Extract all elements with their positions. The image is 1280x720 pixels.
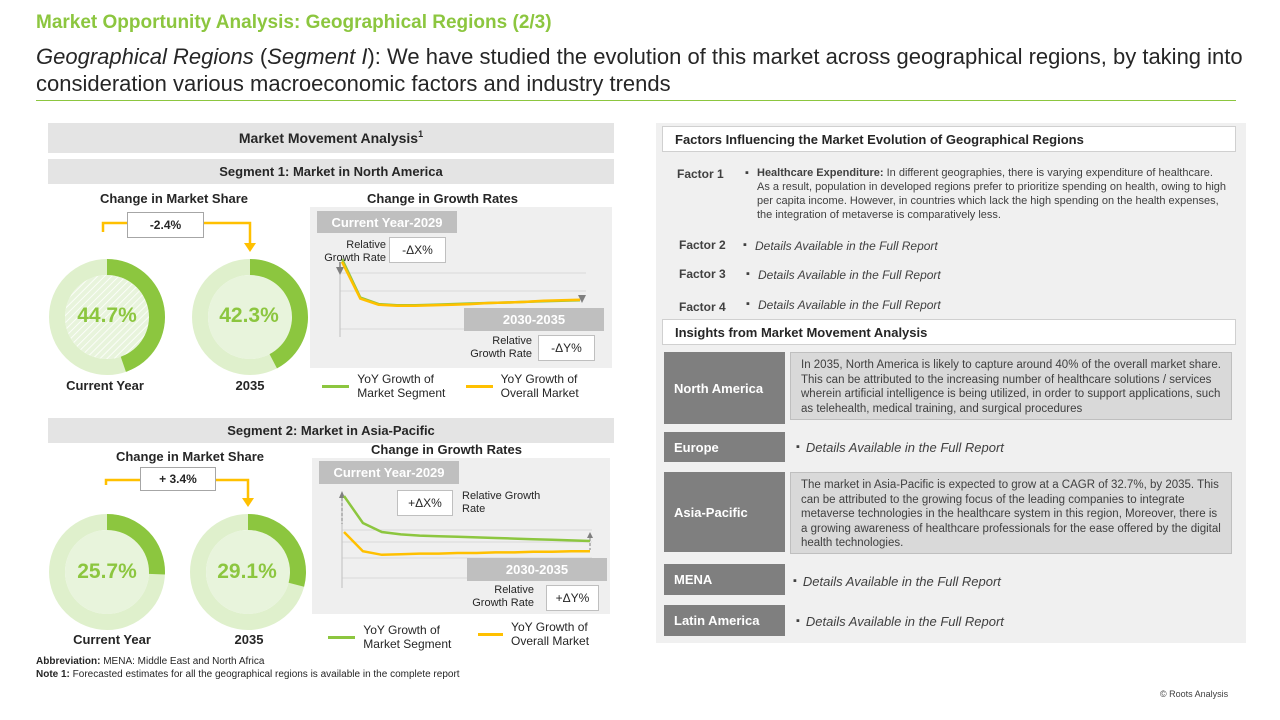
legend-swatch-overall	[466, 384, 493, 388]
legend-swatch-overall	[478, 632, 504, 636]
abbreviation-label: Abbreviation:	[36, 656, 101, 667]
region-asia-pacific: Asia-Pacific	[664, 472, 785, 552]
segment1-start-arrow	[336, 267, 344, 275]
mena-bullet: ▪	[793, 575, 797, 587]
region-europe-text: ▪ Details Available in the Full Report	[796, 437, 1004, 457]
segment2-2035-label: 2035	[234, 632, 264, 647]
segment2-legend-segment-text: YoY Growth of Market Segment	[363, 623, 452, 651]
region-mena-text: ▪ Details Available in the Full Report	[793, 571, 1001, 591]
legend-swatch-segment	[328, 635, 356, 639]
factor-1-label: Factor 1	[677, 167, 724, 181]
latam-bullet: ▪	[796, 615, 800, 627]
footnote-1: Note 1: Forecasted estimates for all the…	[36, 669, 460, 680]
europe-bullet: ▪	[796, 441, 800, 453]
segment2-period1-label: Current Year-2029	[319, 461, 459, 484]
segment1-delta1: -ΔX%	[389, 237, 446, 263]
abbreviation-note: Abbreviation: MENA: Middle East and Nort…	[36, 656, 264, 667]
segment1-lines	[340, 258, 581, 308]
segment2-growth-head: Change in Growth Rates	[371, 442, 522, 457]
segment1-change-box: -2.4%	[127, 212, 204, 238]
subtitle-segment: Segment I	[267, 44, 368, 69]
segment2-rel2-label: Relative Growth Rate	[472, 584, 534, 609]
segment1-legend-overall: YoY Growth of Overall Market	[466, 372, 606, 400]
segment2-change-box: + 3.4%	[140, 467, 216, 491]
subtitle-paren: (	[253, 44, 268, 69]
factor-3-bullet: ▪	[746, 268, 750, 280]
factor-4-bullet: ▪	[746, 298, 750, 310]
segment2-2035-value: 29.1%	[217, 560, 277, 583]
market-movement-title-text: Market Movement Analysis	[238, 130, 419, 146]
factor-3-label: Factor 3	[679, 267, 726, 281]
segment1-change-arrowhead	[244, 243, 256, 252]
series-line-overall-market	[340, 261, 581, 308]
segment2-end-arrow	[587, 532, 593, 538]
market-movement-title-sup: 1	[418, 129, 424, 139]
region-asia-pacific-text: The market in Asia-Pacific is expected t…	[790, 472, 1232, 554]
segment2-legend-segment: YoY Growth of Market Segment	[328, 623, 478, 651]
segment2-rel1-label: Relative Growth Rate	[462, 490, 541, 515]
abbreviation-text: MENA: Middle East and North Africa	[100, 656, 265, 667]
segment1-period2-label: 2030-2035	[464, 308, 604, 331]
region-north-america: North America	[664, 352, 785, 424]
segment2-current-label: Current Year	[73, 632, 151, 647]
factor-1-bold: Healthcare Expenditure:	[757, 167, 884, 179]
segment2-period2-label: 2030-2035	[467, 558, 607, 581]
segment1-legend-segment: YoY Growth of Market Segment	[322, 372, 472, 400]
factor-4-label: Factor 4	[679, 300, 726, 314]
factor-4-text: Details Available in the Full Report	[758, 298, 941, 312]
segment2-delta1: +ΔX%	[397, 490, 453, 516]
legend-swatch-segment	[322, 384, 350, 388]
segment1-rel1-label: Relative Growth Rate	[324, 239, 386, 264]
segment1-legend-segment-text: YoY Growth of Market Segment	[357, 372, 446, 400]
page-title: Market Opportunity Analysis: Geographica…	[36, 12, 552, 33]
region-mena: MENA	[664, 564, 785, 595]
segment2-band: Segment 2: Market in Asia-Pacific	[48, 418, 614, 443]
segment2-legend-overall: YoY Growth of Overall Market	[478, 620, 610, 648]
footnote-1-text: Forecasted estimates for all the geograp…	[69, 669, 460, 680]
factor-1-bullet: ▪	[745, 167, 749, 179]
header-divider	[36, 100, 1236, 101]
footnote-1-label: Note 1:	[36, 669, 70, 680]
segment1-current-label: Current Year	[66, 378, 144, 393]
segment2-delta2: +ΔY%	[546, 585, 599, 611]
segment1-delta2: -ΔY%	[538, 335, 595, 361]
region-north-america-text: In 2035, North America is likely to capt…	[790, 352, 1232, 420]
factor-2-bullet: ▪	[743, 239, 747, 251]
segment1-2035-value: 42.3%	[219, 304, 279, 327]
segment1-period1-label: Current Year-2029	[317, 211, 457, 233]
copyright: © Roots Analysis	[1160, 689, 1229, 699]
segment1-2035-label: 2035	[235, 378, 265, 393]
segment2-current-value: 25.7%	[77, 560, 137, 583]
segment1-band: Segment 1: Market in North America	[48, 159, 614, 184]
segment1-share-head: Change in Market Share	[99, 191, 249, 206]
region-latin-america-text: ▪ Details Available in the Full Report	[796, 611, 1004, 631]
segment1-rel2-label: Relative Growth Rate	[470, 335, 532, 360]
region-mena-detail: Details Available in the Full Report	[802, 573, 1001, 589]
factor-2-text: Details Available in the Full Report	[755, 239, 938, 253]
region-latin-america: Latin America	[664, 605, 785, 636]
segment1-growth-head: Change in Growth Rates	[367, 191, 518, 206]
page-subtitle: Geographical Regions (Segment I): We hav…	[36, 43, 1246, 97]
factors-title: Factors Influencing the Market Evolution…	[662, 126, 1236, 152]
region-latin-america-detail: Details Available in the Full Report	[805, 613, 1004, 629]
segment2-legend-overall-text: YoY Growth of Overall Market	[511, 620, 590, 648]
subtitle-italic: Geographical Regions	[36, 44, 254, 69]
insights-title: Insights from Market Movement Analysis	[662, 319, 1236, 345]
region-europe: Europe	[664, 432, 785, 462]
segment2-change-arrowhead	[242, 498, 254, 507]
factor-3-text: Details Available in the Full Report	[758, 268, 941, 282]
region-europe-detail: Details Available in the Full Report	[805, 439, 1004, 455]
series-line-overall-market	[343, 531, 590, 557]
factor-2-label: Factor 2	[679, 238, 726, 252]
series-line-market-segment	[340, 258, 581, 307]
market-movement-title: Market Movement Analysis 1	[48, 123, 614, 153]
factor-1-text: Healthcare Expenditure: In different geo…	[757, 166, 1227, 222]
segment1-current-value: 44.7%	[77, 304, 137, 327]
segment1-legend-overall-text: YoY Growth of Overall Market	[500, 372, 579, 400]
